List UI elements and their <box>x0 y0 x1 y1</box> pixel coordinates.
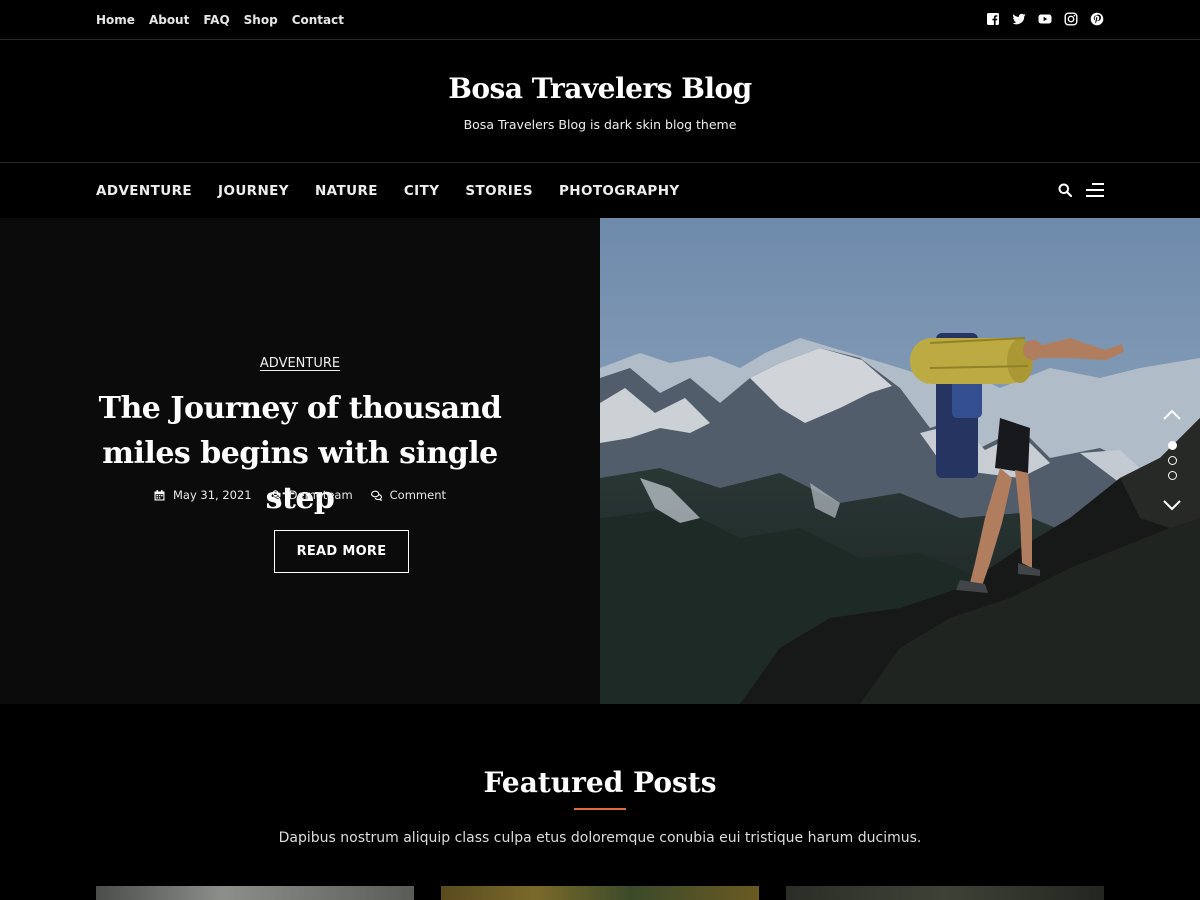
hero-category-link[interactable]: ADVENTURE <box>260 356 340 371</box>
hero-content: ADVENTURE The Journey of thousand miles … <box>0 218 600 704</box>
slider-dot-2[interactable] <box>1168 456 1177 465</box>
top-menu-faq[interactable]: FAQ <box>203 12 229 28</box>
nav-icons <box>1058 183 1104 197</box>
post-author[interactable]: Demoteam <box>270 488 353 502</box>
menu-item-nature[interactable]: NATURE <box>315 182 378 200</box>
slider-controls <box>1161 408 1183 518</box>
post-date-text: May 31, 2021 <box>172 488 252 502</box>
slider-dot-1[interactable] <box>1168 441 1177 450</box>
top-menu-shop[interactable]: Shop <box>244 12 278 28</box>
featured-post-thumbnail-3[interactable] <box>786 886 1104 900</box>
site-tagline: Bosa Travelers Blog is dark skin blog th… <box>463 117 737 132</box>
hero-slider: ADVENTURE The Journey of thousand miles … <box>0 218 1200 704</box>
top-menu-home[interactable]: Home <box>96 12 135 28</box>
menu-item-stories[interactable]: STORIES <box>465 182 533 200</box>
site-branding: Bosa Travelers Blog Bosa Travelers Blog … <box>0 40 1200 163</box>
hero-image[interactable] <box>600 218 1200 704</box>
title-underline <box>574 808 626 810</box>
hero-post-meta: May 31, 2021 Demoteam Comment <box>0 488 600 502</box>
twitter-icon[interactable] <box>1012 12 1026 26</box>
facebook-icon[interactable] <box>986 12 1000 26</box>
main-menu: ADVENTURE JOURNEY NATURE CITY STORIES PH… <box>96 182 680 200</box>
main-navigation: ADVENTURE JOURNEY NATURE CITY STORIES PH… <box>0 163 1200 218</box>
top-menu: Home About FAQ Shop Contact <box>96 12 344 28</box>
pinterest-icon[interactable] <box>1090 12 1104 26</box>
chevron-down-icon[interactable] <box>1163 500 1181 512</box>
menu-item-adventure[interactable]: ADVENTURE <box>96 182 192 200</box>
menu-item-city[interactable]: CITY <box>404 182 440 200</box>
hiker-mountain-photo <box>600 218 1200 704</box>
slider-dot-3[interactable] <box>1168 471 1177 480</box>
social-links <box>986 12 1104 26</box>
menu-item-journey[interactable]: JOURNEY <box>218 182 289 200</box>
featured-posts-description: Dapibus nostrum aliquip class culpa etus… <box>278 830 922 846</box>
hamburger-menu-icon[interactable] <box>1086 183 1104 197</box>
featured-posts-section: Featured Posts Dapibus nostrum aliquip c… <box>0 704 1200 900</box>
top-menu-about[interactable]: About <box>149 12 189 28</box>
user-icon <box>270 489 281 501</box>
instagram-icon[interactable] <box>1064 12 1078 26</box>
featured-post-thumbnail-1[interactable] <box>96 886 414 900</box>
youtube-icon[interactable] <box>1038 12 1052 26</box>
site-title[interactable]: Bosa Travelers Blog <box>0 72 1200 105</box>
comments-icon <box>370 490 382 501</box>
post-author-name: Demoteam <box>288 488 353 502</box>
chevron-up-icon[interactable] <box>1163 408 1181 420</box>
menu-item-photography[interactable]: PHOTOGRAPHY <box>559 182 680 200</box>
featured-post-thumbnail-2[interactable] <box>441 886 759 900</box>
top-menu-contact[interactable]: Contact <box>292 12 344 28</box>
top-bar: Home About FAQ Shop Contact <box>0 0 1200 40</box>
post-date[interactable]: May 31, 2021 <box>154 488 252 502</box>
read-more-button[interactable]: READ MORE <box>274 530 409 573</box>
featured-posts-title: Featured Posts <box>483 766 717 799</box>
post-comments-text: Comment <box>389 488 446 502</box>
post-comments[interactable]: Comment <box>370 488 446 502</box>
calendar-icon <box>154 489 165 501</box>
search-icon[interactable] <box>1058 183 1072 197</box>
